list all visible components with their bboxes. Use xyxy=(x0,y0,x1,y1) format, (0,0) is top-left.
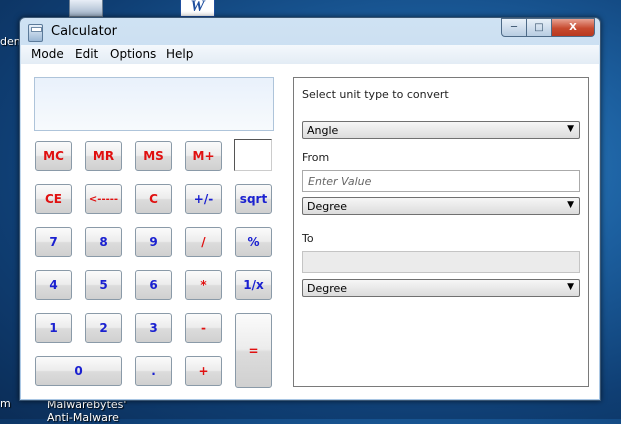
window-controls: ─ □ X xyxy=(501,18,595,37)
digit-9-button[interactable]: 9 xyxy=(135,227,172,257)
ce-button[interactable]: CE xyxy=(35,184,72,214)
add-button[interactable]: + xyxy=(185,356,222,386)
calculator-app-icon xyxy=(28,24,43,42)
chevron-down-icon: ▼ xyxy=(567,124,574,134)
maximize-button[interactable]: □ xyxy=(527,18,552,37)
to-unit-select[interactable]: Degree ▼ xyxy=(302,279,580,297)
menu-mode[interactable]: Mode xyxy=(31,47,64,61)
from-value-placeholder: Enter Value xyxy=(308,175,372,188)
mr-button[interactable]: MR xyxy=(85,141,122,171)
memory-indicator xyxy=(234,139,272,171)
close-button[interactable]: X xyxy=(552,18,595,37)
desktop-icon-label[interactable]: Malwarebytes' Anti-Malware xyxy=(47,398,126,424)
percent-button[interactable]: % xyxy=(235,227,272,257)
chevron-down-icon: ▼ xyxy=(567,282,574,292)
unit-converter-panel: Select unit type to convert Angle ▼ From… xyxy=(293,77,589,387)
calculator-window: Calculator ─ □ X Mode Edit Options Help … xyxy=(19,17,601,401)
digit-5-button[interactable]: 5 xyxy=(85,270,122,300)
desktop-icon-label-line2: Anti-Malware xyxy=(47,411,119,424)
to-label: To xyxy=(302,232,314,245)
sqrt-button[interactable]: sqrt xyxy=(235,184,272,214)
menu-options[interactable]: Options xyxy=(110,47,156,61)
converter-heading: Select unit type to convert xyxy=(302,88,449,101)
divide-button[interactable]: / xyxy=(185,227,222,257)
digit-2-button[interactable]: 2 xyxy=(85,313,122,343)
subtract-button[interactable]: - xyxy=(185,313,222,343)
title-bar[interactable]: Calculator ─ □ X xyxy=(20,18,600,45)
multiply-button[interactable]: * xyxy=(185,270,222,300)
menu-edit[interactable]: Edit xyxy=(75,47,98,61)
mc-button[interactable]: MC xyxy=(35,141,72,171)
calculator-display xyxy=(34,77,274,131)
unit-type-value: Angle xyxy=(307,124,339,137)
desktop-calculator-icon[interactable] xyxy=(69,0,103,17)
digit-4-button[interactable]: 4 xyxy=(35,270,72,300)
digit-7-button[interactable]: 7 xyxy=(35,227,72,257)
menu-help[interactable]: Help xyxy=(166,47,193,61)
desktop-text-bottom: m xyxy=(0,397,11,410)
window-title: Calculator xyxy=(51,24,118,39)
ms-button[interactable]: MS xyxy=(135,141,172,171)
from-unit-select[interactable]: Degree ▼ xyxy=(302,197,580,215)
backspace-button[interactable]: <----- xyxy=(85,184,122,214)
from-label: From xyxy=(302,151,330,164)
digit-0-button[interactable]: 0 xyxy=(35,356,122,386)
desktop-word-icon[interactable]: W xyxy=(180,0,215,17)
chevron-down-icon: ▼ xyxy=(567,200,574,210)
calculator-body: MC MR MS M+ CE <----- C +/- sqrt 7 8 9 /… xyxy=(21,64,599,399)
from-unit-value: Degree xyxy=(307,200,348,213)
digit-3-button[interactable]: 3 xyxy=(135,313,172,343)
digit-1-button[interactable]: 1 xyxy=(35,313,72,343)
m-plus-button[interactable]: M+ xyxy=(185,141,222,171)
to-value-output xyxy=(302,251,580,273)
digit-8-button[interactable]: 8 xyxy=(85,227,122,257)
equals-button[interactable]: = xyxy=(235,313,272,388)
decimal-button[interactable]: . xyxy=(135,356,172,386)
menu-bar: Mode Edit Options Help xyxy=(21,45,599,64)
reciprocal-button[interactable]: 1/x xyxy=(235,270,272,300)
from-value-input[interactable]: Enter Value xyxy=(302,170,580,192)
clear-button[interactable]: C xyxy=(135,184,172,214)
minimize-button[interactable]: ─ xyxy=(501,18,527,37)
to-unit-value: Degree xyxy=(307,282,348,295)
digit-6-button[interactable]: 6 xyxy=(135,270,172,300)
unit-type-select[interactable]: Angle ▼ xyxy=(302,121,580,139)
plus-minus-button[interactable]: +/- xyxy=(185,184,222,214)
